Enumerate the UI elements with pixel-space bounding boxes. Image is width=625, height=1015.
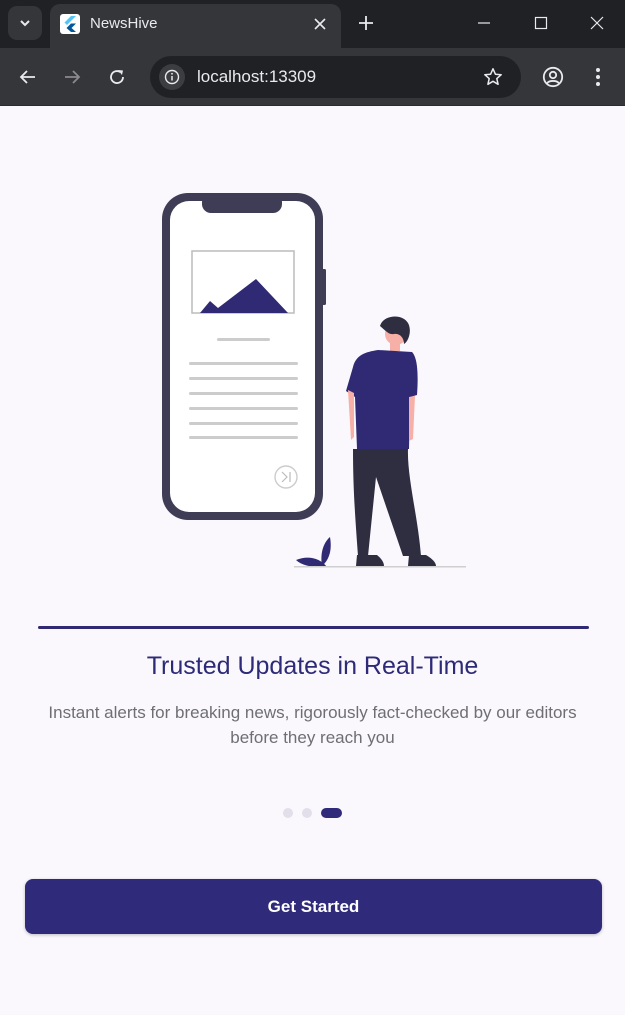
maximize-button[interactable] [512,0,569,46]
minimize-icon [477,22,490,24]
arrow-left-icon [19,70,35,84]
star-icon [484,68,502,86]
browser-tab-strip: NewsHive [0,0,625,48]
onboarding-description: Instant alerts for breaking news, rigoro… [48,703,577,747]
forward-button[interactable] [56,61,88,93]
reload-button[interactable] [101,61,133,93]
onboarding-page: Trusted Updates in Real-Time Instant ale… [0,107,625,1015]
tab-title: NewsHive [90,15,158,32]
page-dot-3-active[interactable] [321,808,342,818]
onboarding-title: Trusted Updates in Real-Time [146,652,479,680]
minimize-button[interactable] [455,0,512,46]
browser-toolbar: localhost:13309 [0,48,625,106]
account-circle-icon [542,66,564,88]
new-tab-button[interactable] [352,9,380,37]
bookmark-button[interactable] [481,65,505,89]
tab-search-button[interactable] [8,6,42,40]
browser-menu-button[interactable] [582,61,614,93]
phone-illustration [162,193,326,520]
close-icon [314,18,326,30]
get-started-button[interactable]: Get Started [25,879,602,934]
profile-button[interactable] [537,61,569,93]
flutter-logo-icon [60,14,80,34]
maximize-icon [534,16,547,30]
close-window-button[interactable] [568,0,625,46]
plus-icon [359,16,373,30]
address-bar[interactable]: localhost:13309 [150,56,521,98]
info-icon [164,69,180,85]
page-indicator [283,808,342,818]
more-vert-icon [596,68,600,86]
page-dot-2[interactable] [302,808,312,818]
url-text: localhost:13309 [197,67,317,86]
site-info-button[interactable] [159,64,185,90]
close-icon [590,16,603,30]
onboarding-illustration [162,193,466,568]
person-illustration [346,316,436,566]
browser-tab[interactable]: NewsHive [50,4,341,48]
page-dot-1[interactable] [283,808,293,818]
reload-icon [110,70,124,84]
back-button[interactable] [12,61,44,93]
arrow-right-icon [65,70,81,84]
close-tab-button[interactable] [307,11,333,37]
chevron-down-icon [20,20,30,27]
content-divider [38,626,589,629]
